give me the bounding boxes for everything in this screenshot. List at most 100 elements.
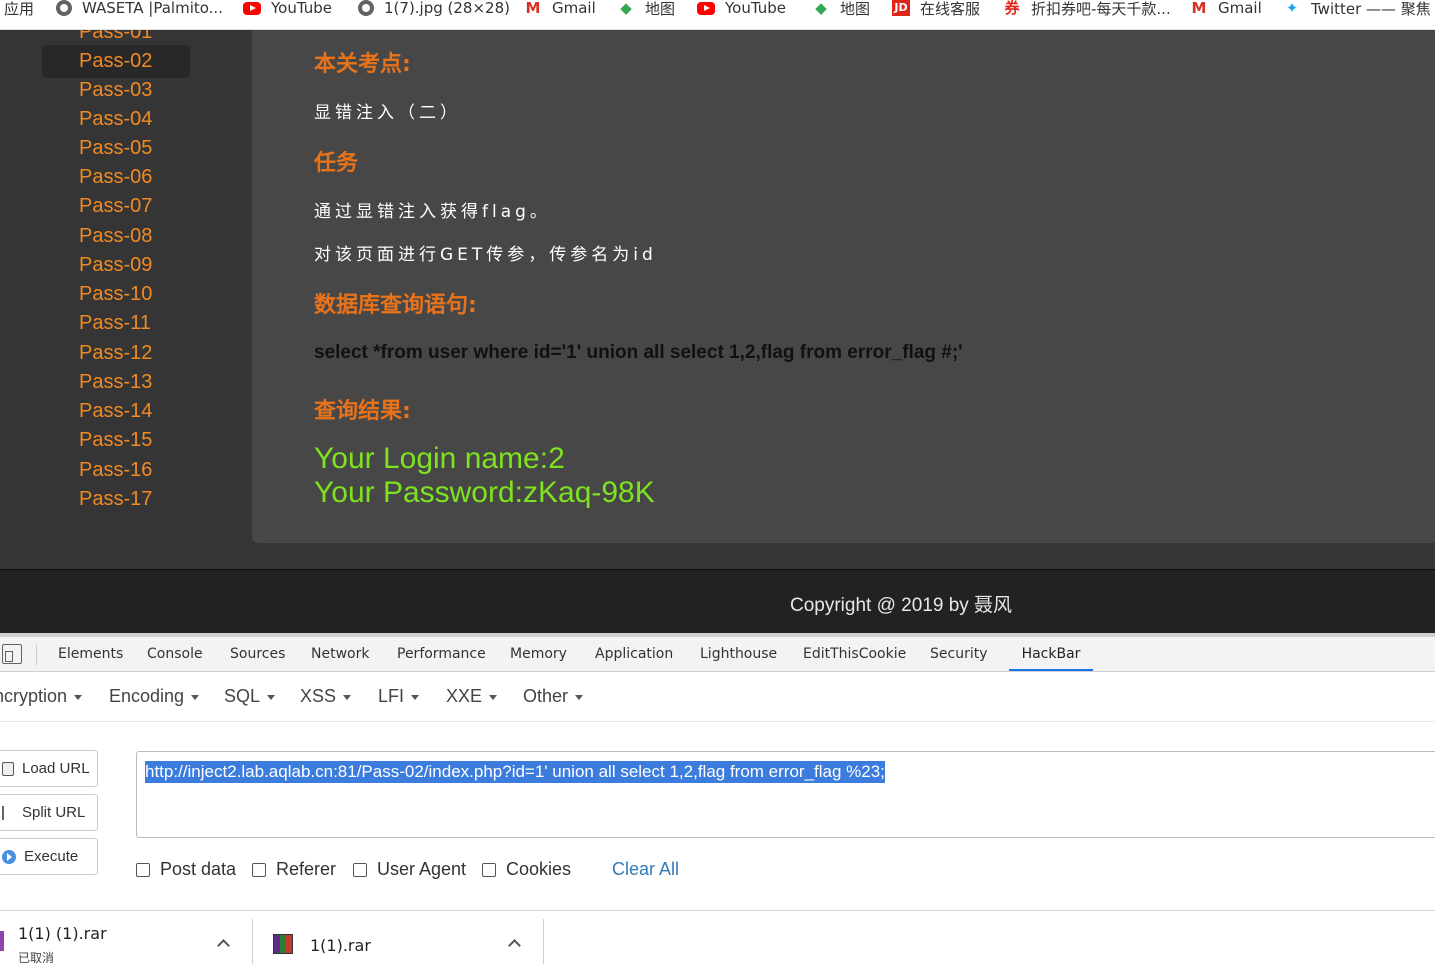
downloads-shelf: 1(1) (1).rar 已取消 1(1).rar bbox=[0, 910, 1435, 965]
checkbox-label: User Agent bbox=[377, 859, 467, 879]
sql-query: select *from user where id='1' union all… bbox=[314, 342, 963, 363]
tab-network[interactable]: Network bbox=[311, 637, 369, 671]
chevron-down-icon bbox=[191, 694, 200, 700]
bookmark-label: 应用 bbox=[4, 0, 35, 18]
focus-text: 显错注入（二） bbox=[314, 103, 461, 123]
sidebar-item-pass-15[interactable]: Pass-15 bbox=[42, 424, 190, 457]
cookies-checkbox[interactable]: Cookies bbox=[482, 859, 571, 880]
tab-elements[interactable]: Elements bbox=[58, 637, 123, 671]
checkbox-box[interactable] bbox=[482, 862, 496, 877]
bookmark-label: WASETA |Palmito... bbox=[82, 0, 223, 17]
checkbox-label: Post data bbox=[160, 859, 237, 879]
bookmark-label: Gmail bbox=[552, 0, 596, 17]
menu-sql[interactable]: SQL bbox=[224, 686, 276, 707]
clear-all-link[interactable]: Clear All bbox=[612, 859, 679, 880]
youtube-icon bbox=[697, 1, 715, 15]
jd-icon: JD bbox=[892, 0, 910, 16]
menu-label: ncryption bbox=[0, 686, 68, 706]
menu-xss[interactable]: XSS bbox=[300, 686, 352, 707]
tab-application[interactable]: Application bbox=[595, 637, 673, 671]
user-agent-checkbox[interactable]: User Agent bbox=[353, 859, 466, 880]
heading-result: 查询结果: bbox=[314, 399, 411, 424]
download-item[interactable]: 1(1) (1).rar 已取消 bbox=[0, 911, 252, 966]
chevron-down-icon bbox=[489, 694, 498, 700]
tab-lighthouse[interactable]: Lighthouse bbox=[700, 637, 777, 671]
chevron-up-icon[interactable] bbox=[508, 939, 521, 952]
download-filename: 1(1) (1).rar bbox=[18, 924, 107, 943]
heading-focus: 本关考点: bbox=[314, 52, 411, 77]
sidebar-item-pass-17[interactable]: Pass-17 bbox=[42, 483, 190, 516]
menu-label: XXE bbox=[446, 686, 483, 706]
gmail-icon: M bbox=[525, 0, 541, 17]
checkbox-box[interactable] bbox=[252, 862, 266, 877]
button-label: Load URL bbox=[22, 760, 90, 777]
tab-editthiscookie[interactable]: EditThisCookie bbox=[803, 637, 906, 671]
chevron-up-icon[interactable] bbox=[217, 939, 230, 952]
checkbox-box[interactable] bbox=[353, 862, 367, 877]
download-item[interactable]: 1(1).rar bbox=[253, 911, 543, 966]
rar-file-icon bbox=[273, 934, 293, 954]
bookmark-label: YouTube bbox=[271, 0, 332, 17]
checkbox-box[interactable] bbox=[136, 862, 150, 877]
coupon-icon: 券 bbox=[1004, 0, 1020, 17]
bookmark-label: 地图 bbox=[840, 0, 871, 18]
load-icon bbox=[2, 761, 14, 776]
bookmark-maps[interactable]: ◆ 地图 bbox=[617, 0, 675, 18]
divider bbox=[543, 919, 544, 964]
rar-file-icon bbox=[0, 931, 4, 951]
bookmark-twitter[interactable]: ✦ Twitter —— 聚焦 bbox=[1283, 0, 1431, 18]
url-textarea[interactable]: http://inject2.lab.aqlab.cn:81/Pass-02/i… bbox=[136, 751, 1435, 838]
menu-encryption[interactable]: ncryption bbox=[0, 686, 83, 707]
menu-label: SQL bbox=[224, 686, 261, 706]
checkbox-label: Cookies bbox=[506, 859, 572, 879]
execute-button[interactable]: Execute bbox=[0, 838, 98, 875]
tab-security[interactable]: Security bbox=[930, 637, 988, 671]
chevron-down-icon bbox=[343, 694, 352, 700]
scissors-icon bbox=[2, 805, 14, 820]
tab-sources[interactable]: Sources bbox=[230, 637, 285, 671]
bookmark-apps[interactable]: 应用 bbox=[4, 0, 35, 18]
bookmark-youtube[interactable]: YouTube bbox=[243, 0, 332, 17]
device-toolbar-icon[interactable] bbox=[2, 644, 22, 664]
bookmark-jd[interactable]: JD 在线客服 bbox=[892, 0, 981, 18]
tab-hackbar[interactable]: HackBar bbox=[1009, 637, 1093, 671]
button-label: Split URL bbox=[22, 804, 86, 821]
bookmark-youtube-2[interactable]: YouTube bbox=[697, 0, 786, 17]
task-line-2: 对该页面进行GET传参，传参名为id bbox=[314, 245, 657, 265]
bookmarks-bar: 应用 WASETA |Palmito... YouTube 1(7).jpg (… bbox=[0, 0, 1435, 30]
divider bbox=[36, 645, 37, 665]
checkbox-label: Referer bbox=[276, 859, 337, 879]
url-selected-text: http://inject2.lab.aqlab.cn:81/Pass-02/i… bbox=[145, 761, 885, 783]
bookmark-label: 1(7).jpg (28×28) bbox=[384, 0, 510, 17]
bookmark-label: YouTube bbox=[725, 0, 786, 17]
bookmark-jpg[interactable]: 1(7).jpg (28×28) bbox=[358, 0, 510, 17]
tab-console[interactable]: Console bbox=[147, 637, 203, 671]
load-url-button[interactable]: Load URL bbox=[0, 750, 98, 787]
bookmark-gmail[interactable]: M Gmail bbox=[524, 0, 596, 17]
referer-checkbox[interactable]: Referer bbox=[252, 859, 336, 880]
tab-performance[interactable]: Performance bbox=[397, 637, 486, 671]
split-url-button[interactable]: Split URL bbox=[0, 794, 98, 831]
bookmark-coupon[interactable]: 券 折扣券吧-每天千款... bbox=[1003, 0, 1170, 18]
globe-icon bbox=[358, 0, 374, 16]
tab-memory[interactable]: Memory bbox=[510, 637, 567, 671]
menu-encoding[interactable]: Encoding bbox=[109, 686, 200, 707]
menu-label: Other bbox=[523, 686, 569, 706]
menu-lfi[interactable]: LFI bbox=[378, 686, 420, 707]
bookmark-maps-2[interactable]: ◆ 地图 bbox=[812, 0, 871, 18]
maps-icon: ◆ bbox=[815, 0, 827, 17]
sidebar-item-pass-07[interactable]: Pass-07 bbox=[42, 190, 190, 223]
sidebar-item-pass-11[interactable]: Pass-11 bbox=[42, 307, 190, 340]
chevron-down-icon bbox=[411, 694, 420, 700]
pass-sidebar: Pass-01 Pass-02 Pass-03 Pass-04 Pass-05 … bbox=[0, 30, 250, 570]
menu-other[interactable]: Other bbox=[523, 686, 584, 707]
hackbar-menu: ncryption Encoding SQL XSS LFI XXE Other bbox=[0, 672, 1435, 722]
devtools-panel: Elements Console Sources Network Perform… bbox=[0, 633, 1435, 910]
post-data-checkbox[interactable]: Post data bbox=[136, 859, 236, 880]
bookmark-gmail-2[interactable]: M Gmail bbox=[1190, 0, 1262, 17]
menu-xxe[interactable]: XXE bbox=[446, 686, 498, 707]
menu-label: XSS bbox=[300, 686, 337, 706]
bookmark-waseta[interactable]: WASETA |Palmito... bbox=[56, 0, 223, 17]
youtube-icon bbox=[243, 1, 261, 15]
bookmark-label: 在线客服 bbox=[920, 0, 981, 18]
